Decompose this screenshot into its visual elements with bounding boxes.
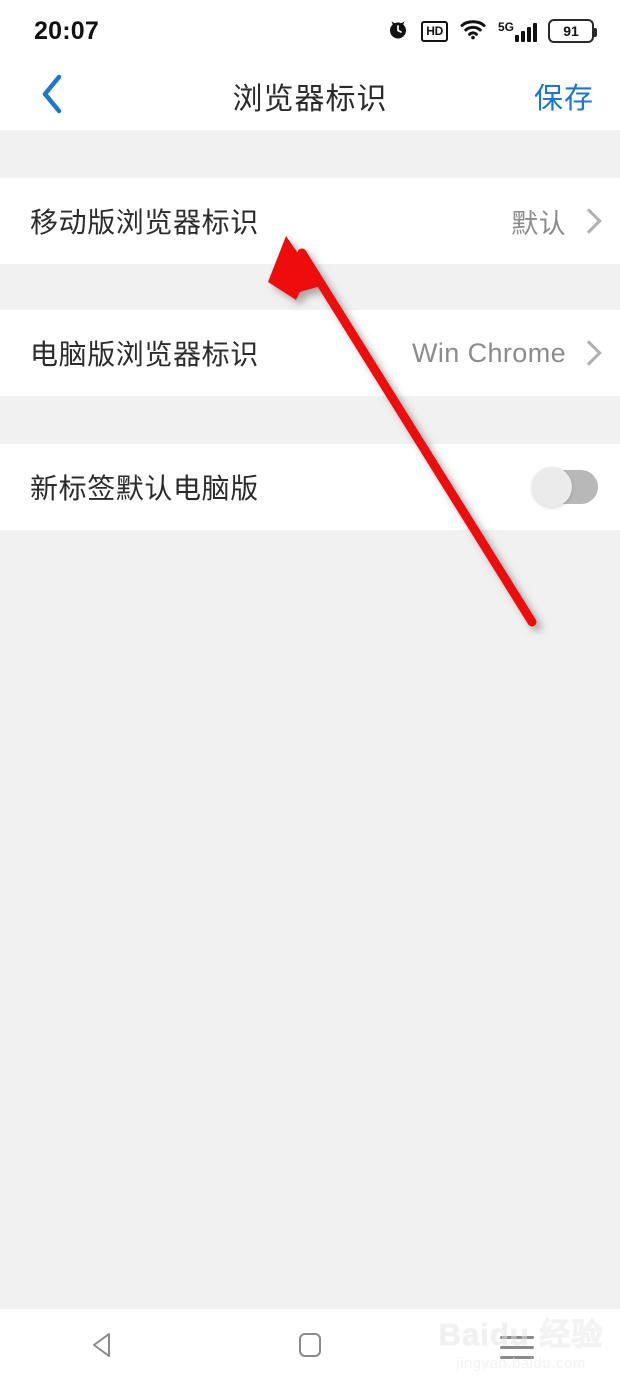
chevron-right-icon: [576, 340, 602, 366]
section-gap: [0, 264, 620, 310]
battery-icon: 91: [548, 19, 597, 43]
5g-signal-icon: 5G: [498, 21, 537, 42]
setting-row-mobile-ua[interactable]: 移动版浏览器标识 默认: [0, 178, 620, 264]
nav-menu-button[interactable]: [467, 1317, 567, 1379]
phone-screen: 20:07 HD 5G 91 浏览器标识 保存 移动版浏览器标识 默认 电脑版浏…: [0, 0, 620, 1386]
chevron-right-icon: [576, 208, 602, 234]
toggle-knob: [532, 467, 572, 507]
back-button[interactable]: [30, 74, 74, 118]
triangle-back-icon: [88, 1330, 118, 1365]
wifi-icon: [459, 17, 487, 46]
setting-row-desktop-ua[interactable]: 电脑版浏览器标识 Win Chrome: [0, 310, 620, 396]
setting-label: 新标签默认电脑版: [30, 473, 259, 504]
save-button[interactable]: 保存: [534, 75, 594, 117]
status-icons: HD 5G 91: [386, 17, 597, 46]
square-home-icon: [296, 1331, 324, 1364]
chevron-left-icon: [39, 73, 65, 120]
setting-row-right: [532, 467, 598, 507]
empty-area: [0, 530, 620, 1287]
setting-value: 默认: [511, 208, 566, 239]
alarm-clock-icon: [386, 17, 410, 46]
setting-value: Win Chrome: [411, 337, 566, 368]
page-title: 浏览器标识: [232, 83, 388, 116]
setting-label: 电脑版浏览器标识: [30, 339, 259, 370]
nav-back-button[interactable]: [53, 1317, 153, 1379]
settings-list: 移动版浏览器标识 默认 电脑版浏览器标识 Win Chrome 新标签默认电脑版: [0, 130, 620, 1287]
battery-level: 91: [563, 23, 579, 39]
setting-label: 移动版浏览器标识: [30, 207, 259, 238]
system-navigation-bar: [0, 1308, 620, 1386]
hamburger-menu-icon: [499, 1336, 534, 1359]
section-gap: [0, 396, 620, 444]
status-bar: 20:07 HD 5G 91: [0, 0, 620, 62]
hd-icon: HD: [421, 20, 448, 42]
nav-home-button[interactable]: [260, 1317, 360, 1379]
setting-row-right: Win Chrome: [411, 337, 602, 369]
new-tab-desktop-toggle[interactable]: [532, 467, 598, 507]
section-gap: [0, 130, 620, 178]
setting-row-right: 默认: [511, 202, 602, 241]
title-bar: 浏览器标识 保存: [0, 62, 620, 130]
status-time: 20:07: [34, 16, 99, 45]
setting-row-new-tab-desktop[interactable]: 新标签默认电脑版: [0, 444, 620, 530]
